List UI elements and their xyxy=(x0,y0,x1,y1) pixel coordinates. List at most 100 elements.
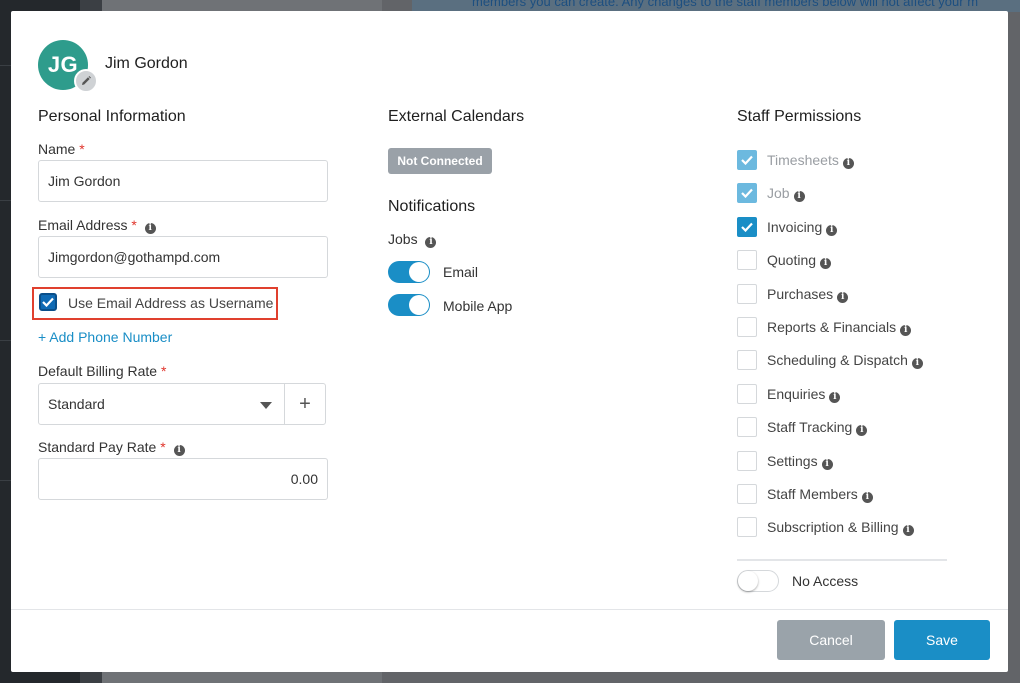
info-icon[interactable]: i xyxy=(911,358,923,369)
permission-checkbox[interactable] xyxy=(737,417,757,437)
modal-body: JG Jim Gordon Personal Information Name … xyxy=(11,11,1008,609)
info-icon[interactable]: i xyxy=(820,258,832,269)
toggle-knob xyxy=(409,295,429,315)
permission-row: Subscription & Billing i xyxy=(737,517,957,537)
info-icon[interactable]: i xyxy=(826,225,838,236)
permission-label-text: Invoicing xyxy=(767,219,823,235)
staff-permissions-title: Staff Permissions xyxy=(737,108,862,125)
toggle-knob xyxy=(409,262,429,282)
info-icon[interactable]: i xyxy=(829,392,841,403)
permission-label-text: Subscription & Billing xyxy=(767,519,899,535)
permission-label-text: Reports & Financials xyxy=(767,319,897,335)
pencil-icon xyxy=(82,76,91,85)
calendar-status-badge: Not Connected xyxy=(388,148,492,174)
permission-row: Staff Members i xyxy=(737,484,957,504)
info-icon[interactable]: i xyxy=(902,525,914,536)
permission-label-text: Job xyxy=(767,185,790,201)
permission-row: Reports & Financials i xyxy=(737,317,957,337)
add-billing-rate-button[interactable]: + xyxy=(284,383,326,425)
info-icon[interactable]: i xyxy=(856,425,868,436)
email-field[interactable]: Jimgordon@gothampd.com xyxy=(38,236,328,278)
required-mark: * xyxy=(160,363,167,379)
billing-rate-label-text: Default Billing Rate xyxy=(38,363,158,379)
email-notification-label: Email xyxy=(443,264,479,280)
permission-label: Staff Tracking i xyxy=(767,419,868,436)
pay-rate-value: 0.00 xyxy=(290,471,318,487)
permission-label: Settings i xyxy=(767,453,833,470)
info-icon[interactable]: i xyxy=(837,292,849,303)
billing-rate-select[interactable]: Standard xyxy=(38,383,285,425)
permission-label: Job i xyxy=(767,185,805,202)
background-notice-text: members you can create. Any changes to t… xyxy=(472,0,979,9)
cancel-button[interactable]: Cancel xyxy=(777,620,885,660)
permission-checkbox[interactable] xyxy=(737,384,757,404)
name-field[interactable]: Jim Gordon xyxy=(38,160,328,202)
use-email-username-checkbox[interactable] xyxy=(39,293,57,311)
toggle-knob xyxy=(738,571,758,591)
email-field-value: Jimgordon@gothampd.com xyxy=(48,249,221,265)
pay-rate-label-text: Standard Pay Rate xyxy=(38,439,157,455)
mobile-notification-label: Mobile App xyxy=(443,298,513,314)
permission-row: Purchases i xyxy=(737,284,957,304)
mobile-notification-toggle[interactable] xyxy=(388,294,430,316)
name-field-value: Jim Gordon xyxy=(48,173,121,189)
permission-row: Invoicing i xyxy=(737,217,957,237)
permission-row: Timesheets i xyxy=(737,150,957,170)
plus-icon: + xyxy=(299,392,311,415)
checkmark-icon xyxy=(741,155,753,165)
save-button[interactable]: Save xyxy=(894,620,990,660)
staff-name-heading: Jim Gordon xyxy=(105,55,188,72)
permission-checkbox[interactable] xyxy=(737,250,757,270)
permission-checkbox[interactable] xyxy=(737,350,757,370)
permission-label: Scheduling & Dispatch i xyxy=(767,352,923,369)
permission-label: Purchases i xyxy=(767,286,849,303)
permission-label-text: Scheduling & Dispatch xyxy=(767,352,908,368)
info-icon[interactable]: i xyxy=(144,223,156,234)
permission-checkbox[interactable] xyxy=(737,484,757,504)
permissions-divider xyxy=(737,559,947,561)
jobs-label: Jobs i xyxy=(388,231,437,248)
no-access-label: No Access xyxy=(792,573,859,589)
info-icon[interactable]: i xyxy=(793,191,805,202)
checkmark-icon xyxy=(741,222,753,232)
info-icon[interactable]: i xyxy=(821,459,833,470)
permission-checkbox[interactable] xyxy=(737,284,757,304)
permission-checkbox[interactable] xyxy=(737,317,757,337)
permission-label: Subscription & Billing i xyxy=(767,519,914,536)
permission-row: Quoting i xyxy=(737,250,957,270)
permission-checkbox xyxy=(737,183,757,203)
permission-row: Scheduling & Dispatch i xyxy=(737,350,957,370)
name-label-text: Name xyxy=(38,141,76,157)
checkmark-icon xyxy=(741,188,753,198)
permission-label: Quoting i xyxy=(767,252,832,269)
permission-label: Staff Members i xyxy=(767,486,873,503)
billing-rate-value: Standard xyxy=(48,396,105,412)
info-icon[interactable]: i xyxy=(425,237,437,248)
personal-info-title: Personal Information xyxy=(38,108,186,125)
permission-label-text: Enquiries xyxy=(767,386,826,402)
info-icon[interactable]: i xyxy=(173,445,185,456)
email-label: Email Address * i xyxy=(38,217,156,234)
checkmark-icon xyxy=(42,297,54,307)
use-email-username-label[interactable]: Use Email Address as Username xyxy=(68,295,273,311)
required-mark: * xyxy=(79,141,85,157)
edit-avatar-button[interactable] xyxy=(74,69,98,93)
no-access-toggle[interactable] xyxy=(737,570,779,592)
external-calendars-title: External Calendars xyxy=(388,108,525,125)
billing-rate-label: Default Billing Rate * xyxy=(38,363,166,379)
info-icon[interactable]: i xyxy=(842,158,854,169)
pay-rate-field[interactable]: 0.00 xyxy=(38,458,328,500)
required-mark: * xyxy=(131,217,137,233)
permission-checkbox[interactable] xyxy=(737,217,757,237)
email-notification-toggle[interactable] xyxy=(388,261,430,283)
permission-label-text: Timesheets xyxy=(767,152,839,168)
add-phone-number-link[interactable]: + Add Phone Number xyxy=(38,329,172,345)
permission-row: Settings i xyxy=(737,451,957,471)
info-icon[interactable]: i xyxy=(900,325,912,336)
info-icon[interactable]: i xyxy=(861,492,873,503)
email-label-text: Email Address xyxy=(38,217,128,233)
permission-checkbox[interactable] xyxy=(737,451,757,471)
permission-checkbox[interactable] xyxy=(737,517,757,537)
permission-row: Staff Tracking i xyxy=(737,417,957,437)
permission-row: Enquiries i xyxy=(737,384,957,404)
